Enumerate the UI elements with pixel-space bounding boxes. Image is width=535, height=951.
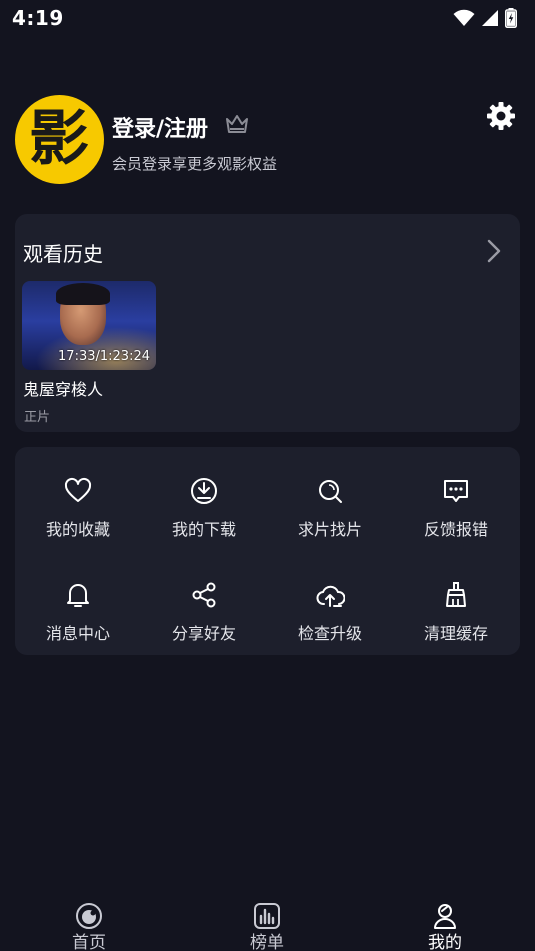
menu-label: 求片找片	[297, 520, 362, 539]
gear-icon[interactable]	[486, 101, 516, 131]
menu-label: 我的下载	[171, 520, 236, 539]
status-bar: 4:19	[0, 0, 535, 36]
menu-feedback[interactable]: 反馈报错	[393, 452, 519, 542]
avatar[interactable]: 影	[15, 95, 104, 184]
crown-icon	[226, 115, 248, 133]
menu-clear-cache[interactable]: 清理缓存	[393, 556, 519, 646]
cloud-upload-icon	[316, 585, 345, 607]
history-thumbnail[interactable]: 17:33/1:23:24	[22, 281, 156, 370]
watch-history-title: 观看历史	[23, 242, 103, 266]
download-icon	[191, 478, 217, 504]
menu-label: 反馈报错	[423, 520, 488, 539]
menu-label: 消息中心	[45, 624, 110, 643]
history-movie-episode: 正片	[24, 410, 51, 425]
menu-favorites[interactable]: 我的收藏	[15, 452, 141, 542]
watch-history-card: 观看历史 17:33/1:23:24 鬼屋穿梭人 正片	[15, 214, 520, 432]
chart-icon	[254, 903, 280, 929]
menu-share[interactable]: 分享好友	[141, 556, 267, 646]
function-menu-card: 我的收藏 我的下载 求片找片 反馈报错 消息中心 分享好友 检查升级 清理缓存	[15, 447, 520, 655]
menu-label: 分享好友	[171, 624, 236, 643]
thumbnail-art-hair	[56, 283, 110, 305]
menu-label: 清理缓存	[423, 624, 488, 643]
nav-home[interactable]: 首页	[49, 901, 129, 951]
bell-icon	[67, 584, 89, 607]
nav-label: 我的	[428, 933, 462, 951]
bottom-nav: 首页 榜单 我的	[0, 881, 535, 951]
wifi-icon	[453, 9, 475, 26]
nav-rankings[interactable]: 榜单	[227, 901, 307, 951]
battery-charging-icon	[505, 8, 517, 28]
profile-header: 影 登录/注册 会员登录享更多观影权益	[15, 95, 520, 187]
status-time: 4:19	[12, 6, 64, 30]
menu-label: 我的收藏	[45, 520, 110, 539]
status-icons	[453, 8, 517, 28]
member-subtitle: 会员登录享更多观影权益	[112, 155, 278, 173]
nav-label: 首页	[72, 933, 106, 951]
broom-icon	[446, 582, 466, 607]
search-icon	[319, 480, 342, 503]
menu-downloads[interactable]: 我的下载	[141, 452, 267, 542]
menu-request-movie[interactable]: 求片找片	[267, 452, 393, 542]
menu-check-update[interactable]: 检查升级	[267, 556, 393, 646]
menu-messages[interactable]: 消息中心	[15, 556, 141, 646]
menu-label: 检查升级	[297, 624, 362, 643]
user-icon	[434, 904, 456, 929]
feedback-icon	[444, 480, 468, 502]
share-icon	[192, 582, 216, 608]
nav-mine[interactable]: 我的	[405, 901, 485, 951]
history-progress: 17:33/1:23:24	[58, 349, 150, 364]
chevron-right-icon[interactable]	[486, 238, 502, 264]
home-icon	[76, 903, 102, 929]
login-register-link[interactable]: 登录/注册	[112, 111, 208, 143]
signal-icon	[482, 10, 498, 26]
heart-icon	[64, 477, 92, 502]
avatar-logo-char: 影	[29, 104, 89, 174]
history-movie-title[interactable]: 鬼屋穿梭人	[23, 376, 103, 400]
nav-label: 榜单	[250, 933, 284, 951]
